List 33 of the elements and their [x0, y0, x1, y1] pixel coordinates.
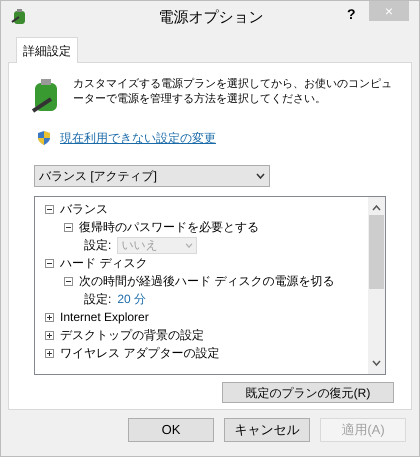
tree-item[interactable]: デスクトップの背景の設定: [60, 326, 204, 344]
expand-icon[interactable]: [45, 312, 54, 322]
change-settings-link[interactable]: 現在利用できない設定の変更: [60, 129, 216, 147]
dialog-button[interactable]: キャンセル: [224, 418, 310, 442]
tree-item[interactable]: バランス: [60, 200, 108, 218]
collapse-icon[interactable]: [45, 258, 54, 268]
description-text: カスタマイズする電源プランを選択してから、お使いのコンピューターで電源を管理する方法を選択してください。: [73, 77, 393, 107]
setting-label: 設定:: [84, 291, 112, 308]
expand-icon[interactable]: [45, 330, 54, 340]
collapse-icon[interactable]: [64, 222, 73, 232]
window-title: 電源オプション: [158, 8, 264, 28]
collapse-icon[interactable]: [64, 276, 73, 286]
help-button[interactable]: ?: [347, 4, 356, 25]
tree-item[interactable]: ワイヤレス アダプターの設定: [60, 344, 220, 362]
restore-defaults-button[interactable]: 既定のプランの復元(R): [222, 382, 394, 403]
tab[interactable]: 詳細設定: [16, 37, 78, 63]
tree-item[interactable]: 復帰時のパスワードを必要とする: [79, 218, 259, 236]
scrollbar[interactable]: [368, 197, 385, 374]
chevron-down-icon: [185, 242, 194, 248]
setting-value-link[interactable]: 20 分: [117, 290, 146, 308]
chevron-down-icon: [256, 173, 265, 179]
collapse-icon[interactable]: [45, 204, 54, 214]
chevron-up-icon[interactable]: [372, 205, 381, 211]
tree-item[interactable]: ハード ディスク: [60, 254, 148, 272]
scrollbar-thumb[interactable]: [369, 215, 384, 289]
tree-item[interactable]: 次の時間が経過後ハード ディスクの電源を切る: [79, 272, 334, 290]
tree-item[interactable]: Internet Explorer: [60, 308, 149, 326]
plan-dropdown[interactable]: バランス [アクティブ]: [34, 165, 270, 187]
expand-icon[interactable]: [45, 348, 54, 358]
shield-icon: [36, 130, 52, 146]
setting-label: 設定:: [84, 237, 112, 254]
chevron-down-icon[interactable]: [372, 360, 381, 366]
dialog-button[interactable]: OK: [128, 418, 214, 442]
